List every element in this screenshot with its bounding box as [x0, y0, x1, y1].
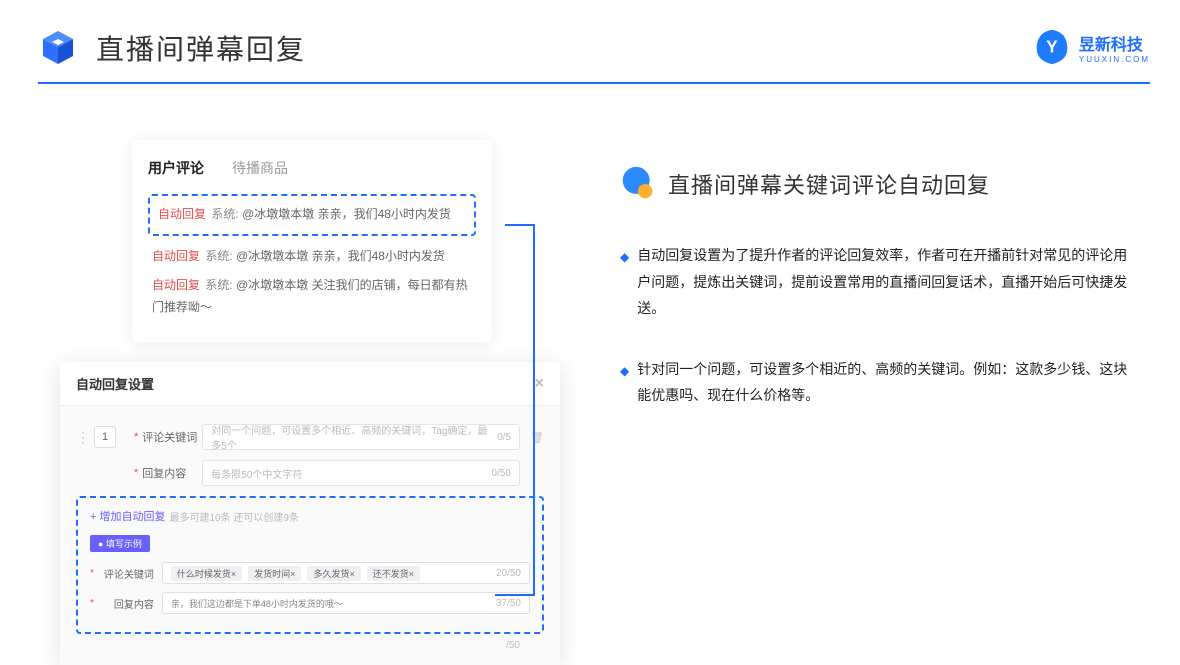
required-icon: * — [90, 568, 94, 579]
footer-count: /50 — [76, 640, 544, 651]
comment-text: @冰墩墩本墩 亲亲，我们48小时内发货 — [242, 207, 451, 221]
bullet-text: 针对同一个问题，可设置多个相近的、高频的关键词。例如：这款多少钱、这块能优惠吗、… — [637, 356, 1130, 409]
field-label: 回复内容 — [98, 596, 154, 611]
system-label: 系统: — [205, 278, 232, 292]
example-keyword-input[interactable]: 什么时候发货× 发货时间× 多久发货× 还不发货× 20/50 — [162, 562, 530, 584]
svg-text:Y: Y — [1046, 38, 1058, 57]
close-icon[interactable]: × — [535, 375, 544, 393]
example-reply-text: 亲，我们这边都是下单48小时内发货的哦～ — [171, 597, 343, 610]
connector-line — [505, 224, 535, 594]
dialog-header: 自动回复设置 × — [60, 362, 560, 406]
keyword-tag: 还不发货× — [367, 566, 420, 581]
char-count: 37/50 — [496, 598, 521, 609]
comment-text: @冰墩墩本墩 亲亲，我们48小时内发货 — [236, 249, 445, 263]
auto-reply-settings-dialog: 自动回复设置 × ⋮⋮ 1 * 评论关键词 对同一个问题，可设置多个相近、高频的… — [60, 362, 560, 665]
keyword-tag: 发货时间× — [248, 566, 301, 581]
comments-card: 用户评论 待播商品 自动回复 系统: @冰墩墩本墩 亲亲，我们48小时内发货 自… — [132, 140, 492, 342]
order-number: 1 — [94, 426, 116, 448]
bullet-item: ◆ 针对同一个问题，可设置多个相近的、高频的关键词。例如：这款多少钱、这块能优惠… — [620, 356, 1130, 409]
comment-row: 自动回复 系统: @冰墩墩本墩 关注我们的店铺，每日都有热门推荐呦～ — [148, 275, 476, 318]
auto-reply-tag: 自动回复 — [158, 207, 206, 221]
field-label: 评论关键词 — [98, 566, 154, 581]
field-label: 评论关键词 — [142, 429, 202, 445]
keyword-input[interactable]: 对同一个问题，可设置多个相近、高频的关键词，Tag确定，最多5个 0/5 — [202, 424, 520, 450]
auto-reply-tag: 自动回复 — [152, 249, 200, 263]
bullet-item: ◆ 自动回复设置为了提升作者的评论回复效率，作者可在开播前针对常见的评论用户问题… — [620, 242, 1130, 322]
example-reply-row: * 回复内容 亲，我们这边都是下单48小时内发货的哦～ 37/50 — [90, 592, 530, 614]
comment-row: 自动回复 系统: @冰墩墩本墩 亲亲，我们48小时内发货 — [148, 246, 476, 268]
dialog-title: 自动回复设置 — [76, 374, 154, 393]
tabs: 用户评论 待播商品 — [148, 158, 476, 178]
tab-user-comments[interactable]: 用户评论 — [148, 158, 204, 178]
form-row-reply: * 回复内容 每条限50个中文字符 0/50 — [76, 460, 544, 486]
diamond-icon: ◆ — [620, 360, 629, 409]
chat-bubble-icon — [620, 166, 656, 202]
page-title: 直播间弹幕回复 — [96, 28, 306, 68]
system-label: 系统: — [211, 207, 238, 221]
page-header: 直播间弹幕回复 — [0, 0, 1180, 80]
drag-handle-icon[interactable]: ⋮⋮ — [76, 429, 88, 446]
keyword-tag: 什么时候发货× — [171, 566, 242, 581]
example-keyword-row: * 评论关键词 什么时候发货× 发货时间× 多久发货× 还不发货× 20/50 — [90, 562, 530, 584]
input-placeholder: 每条限50个中文字符 — [211, 466, 302, 481]
auto-reply-tag: 自动回复 — [152, 278, 200, 292]
example-section: + 增加自动回复 最多可建10条 还可以创建9条 ● 填写示例 * 评论关键词 … — [76, 496, 544, 634]
tab-pending-goods[interactable]: 待播商品 — [232, 158, 288, 178]
brand-name: 昱新科技 — [1079, 31, 1150, 55]
required-icon: * — [134, 431, 138, 443]
section-title: 直播间弹幕关键词评论自动回复 — [668, 168, 990, 200]
keyword-tag: 多久发货× — [307, 566, 360, 581]
form-row-keyword: ⋮⋮ 1 * 评论关键词 对同一个问题，可设置多个相近、高频的关键词，Tag确定… — [76, 424, 544, 450]
diamond-icon: ◆ — [620, 246, 629, 322]
add-note: 最多可建10条 还可以创建9条 — [169, 509, 298, 524]
reply-input[interactable]: 每条限50个中文字符 0/50 — [202, 460, 520, 486]
required-icon: * — [134, 467, 138, 479]
highlighted-comment: 自动回复 系统: @冰墩墩本墩 亲亲，我们48小时内发货 — [148, 194, 476, 236]
description-panel: 直播间弹幕关键词评论自动回复 ◆ 自动回复设置为了提升作者的评论回复效率，作者可… — [620, 166, 1130, 443]
brand-icon: Y — [1033, 28, 1071, 66]
system-label: 系统: — [205, 249, 232, 263]
cube-icon — [38, 28, 78, 68]
example-reply-input[interactable]: 亲，我们这边都是下单48小时内发货的哦～ 37/50 — [162, 592, 530, 614]
add-auto-reply-link[interactable]: + 增加自动回复 最多可建10条 还可以创建9条 — [90, 508, 530, 524]
connector-line — [495, 594, 535, 596]
required-icon: * — [90, 598, 94, 609]
example-badge: ● 填写示例 — [90, 535, 150, 552]
input-placeholder: 对同一个问题，可设置多个相近、高频的关键词，Tag确定，最多5个 — [211, 422, 497, 452]
brand-logo: Y 昱新科技 YUUXIN.COM — [1033, 28, 1150, 66]
bullet-text: 自动回复设置为了提升作者的评论回复效率，作者可在开播前针对常见的评论用户问题，提… — [637, 242, 1130, 322]
brand-subtitle: YUUXIN.COM — [1079, 55, 1150, 64]
header-divider — [38, 82, 1150, 84]
field-label: 回复内容 — [142, 465, 202, 481]
